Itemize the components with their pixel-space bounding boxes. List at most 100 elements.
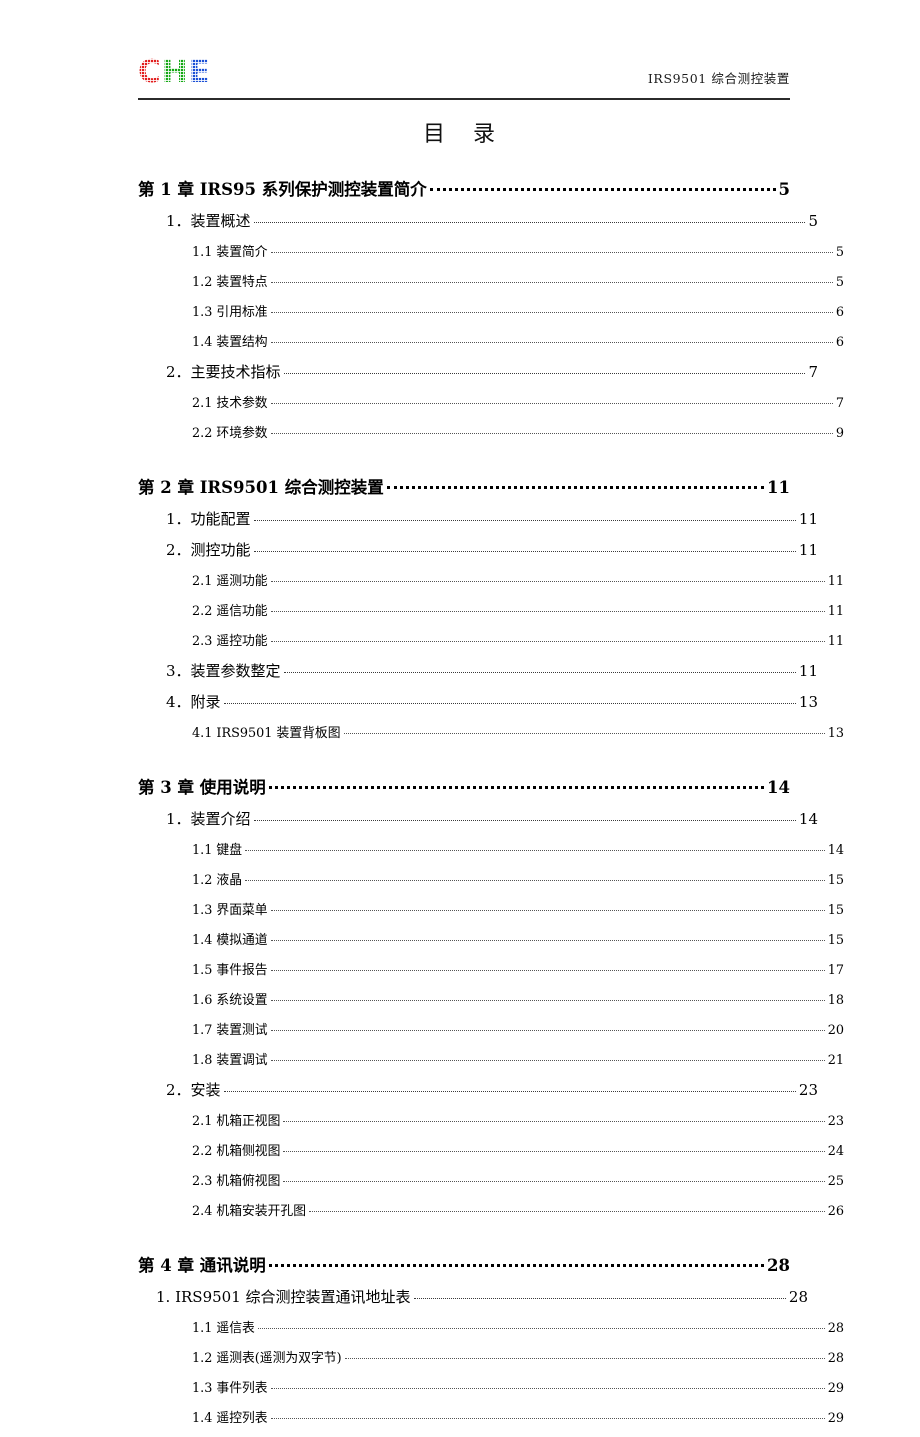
toc-dot-leader [268, 777, 765, 794]
toc-page-number: 14 [827, 843, 844, 858]
toc-entry-row[interactable]: 1.5 事件报告 17 [138, 959, 844, 989]
toc-page-number: 11 [827, 634, 844, 649]
toc-entry-label: 1.3 引用标准 [192, 305, 268, 320]
toc-chapter-row[interactable]: 第 2 章 IRS9501 综合测控装置 11 [138, 474, 790, 508]
toc-entry-row[interactable]: 1.7 装置测试 20 [138, 1019, 844, 1049]
toc-entry-label: 2.4 机箱安装开孔图 [192, 1204, 306, 1219]
toc-page-number: 6 [835, 305, 844, 320]
logo-letter-e: E [188, 54, 211, 90]
toc-entry-label: 第 4 章 通讯说明 [138, 1256, 266, 1275]
toc-entry-row[interactable]: 2.2 遥信功能 11 [138, 600, 844, 630]
toc-page-number: 25 [827, 1174, 844, 1189]
toc-entry-row[interactable]: 2.3 遥控功能 11 [138, 630, 844, 660]
toc-entry-label: 2．安装 [166, 1081, 221, 1099]
toc-entry-row[interactable]: 1.3 引用标准 6 [138, 301, 844, 331]
toc-page-number: 5 [835, 245, 844, 260]
toc-chapter-row[interactable]: 第 1 章 IRS95 系列保护测控装置简介 5 [138, 176, 790, 210]
toc-dot-leader [268, 1255, 765, 1272]
toc-dot-leader [270, 1051, 825, 1064]
toc-entry-label: 1.1 键盘 [192, 843, 243, 858]
toc-entry-row[interactable]: 2．主要技术指标 7 [138, 361, 818, 392]
toc-entry-label: 4.1 IRS9501 装置背板图 [192, 726, 341, 741]
toc-entry-label: 1.3 界面菜单 [192, 903, 268, 918]
toc-dot-leader [270, 602, 825, 615]
toc-entry-row[interactable]: 1.3 事件列表 29 [138, 1377, 844, 1407]
toc-entry-label: 3．装置参数整定 [166, 662, 281, 680]
toc-entry-row[interactable]: 2.1 技术参数 7 [138, 392, 844, 422]
toc-section-spacer [138, 1230, 790, 1244]
toc-chapter-row[interactable]: 第 3 章 使用说明 14 [138, 774, 790, 808]
toc-entry-label: 2.1 机箱正视图 [192, 1114, 281, 1129]
toc-entry-row[interactable]: 2．安装 23 [138, 1079, 818, 1110]
toc-entry-label: 4．附录 [166, 693, 221, 711]
toc-entry-row[interactable]: 1.2 装置特点 5 [138, 271, 844, 301]
toc-dot-leader [270, 572, 825, 585]
toc-page-number: 14 [798, 810, 818, 828]
toc-dot-leader [270, 632, 825, 645]
toc-entry-label: 1．装置概述 [166, 212, 251, 230]
toc-entry-label: 1.8 装置调试 [192, 1053, 268, 1068]
toc-page-number: 13 [827, 726, 844, 741]
toc-dot-leader [283, 362, 806, 377]
toc-entry-label: 2.1 技术参数 [192, 396, 268, 411]
toc-entry-row[interactable]: 2.1 机箱正视图 23 [138, 1110, 844, 1140]
toc-page-number: 26 [827, 1204, 844, 1219]
toc-page-number: 11 [827, 574, 844, 589]
toc-section-spacer [138, 752, 790, 766]
toc-entry-label: 2.2 环境参数 [192, 426, 268, 441]
toc-entry-row[interactable]: 1．功能配置 11 [138, 508, 818, 539]
toc-entry-row[interactable]: 4．附录 13 [138, 691, 818, 722]
logo-letter-h: H [161, 54, 189, 90]
toc-entry-label: 1.7 装置测试 [192, 1023, 268, 1038]
toc-page-number: 9 [835, 426, 844, 441]
toc-entry-row[interactable]: 2.2 机箱侧视图 24 [138, 1140, 844, 1170]
toc-entry-label: 第 2 章 IRS9501 综合测控装置 [138, 478, 384, 497]
toc-dot-leader [257, 1319, 825, 1332]
toc-entry-row[interactable]: 1.1 装置简介 5 [138, 241, 844, 271]
toc-entry-row[interactable]: 2．测控功能 11 [138, 539, 818, 570]
toc-page-number: 29 [827, 1411, 844, 1426]
toc-entry-row[interactable]: 2.3 机箱俯视图 25 [138, 1170, 844, 1200]
toc-entry-label: 1.4 装置结构 [192, 335, 268, 350]
toc-entry-row[interactable]: 1.1 遥信表 28 [138, 1317, 844, 1347]
toc-entry-row[interactable]: 2.1 遥测功能 11 [138, 570, 844, 600]
toc-page-number: 5 [808, 212, 818, 230]
toc-entry-row[interactable]: 1.2 遥测表(遥测为双字节) 28 [138, 1347, 844, 1377]
toc-entry-label: 2.1 遥测功能 [192, 574, 268, 589]
toc-entry-row[interactable]: 1.2 液晶 15 [138, 869, 844, 899]
toc-entry-row[interactable]: 1.4 遥控列表 29 [138, 1407, 844, 1437]
toc-entry-row[interactable]: 1.4 装置结构 6 [138, 331, 844, 361]
toc-entry-row[interactable]: 1.6 系统设置 18 [138, 989, 844, 1019]
toc-entry-label: 2.2 机箱侧视图 [192, 1144, 281, 1159]
toc-entry-row[interactable]: 1．装置介绍 14 [138, 808, 818, 839]
toc-entry-row[interactable]: 2.4 机箱安装开孔图 26 [138, 1200, 844, 1230]
toc-entry-row[interactable]: 1.4 模拟通道 15 [138, 929, 844, 959]
toc-page-number: 7 [808, 363, 818, 381]
toc-entry-row[interactable]: 2.2 环境参数 9 [138, 422, 844, 452]
toc-dot-leader [283, 661, 796, 676]
toc-entry-label: 2.3 机箱俯视图 [192, 1174, 281, 1189]
toc-entry-label: 2．主要技术指标 [166, 363, 281, 381]
toc-dot-leader [270, 991, 825, 1004]
toc-entry-row[interactable]: 3．装置参数整定 11 [138, 660, 818, 691]
header-divider [138, 98, 790, 100]
toc-entry-row[interactable]: 1.1 键盘 14 [138, 839, 844, 869]
toc-dot-leader [270, 901, 825, 914]
toc-entry-row[interactable]: 4.1 IRS9501 装置背板图 13 [138, 722, 844, 752]
table-of-contents: 第 1 章 IRS95 系列保护测控装置简介 5 1．装置概述 5 1.1 装置简介 5 1… [138, 168, 844, 1437]
toc-dot-leader [270, 1409, 825, 1422]
toc-dot-leader [270, 394, 833, 407]
toc-page-number: 18 [827, 993, 844, 1008]
toc-page-number: 23 [798, 1081, 818, 1099]
toc-page-number: 11 [827, 604, 844, 619]
toc-chapter-row[interactable]: 第 4 章 通讯说明 28 [138, 1252, 790, 1286]
toc-entry-row[interactable]: 1.8 装置调试 21 [138, 1049, 844, 1079]
toc-dot-leader [344, 1349, 825, 1362]
toc-page-number: 6 [835, 335, 844, 350]
toc-page-number: 15 [827, 903, 844, 918]
toc-page-number: 13 [798, 693, 818, 711]
logo-letter-c: C [138, 54, 162, 90]
toc-entry-row[interactable]: 1．装置概述 5 [138, 210, 818, 241]
toc-page-number: 29 [827, 1381, 844, 1396]
toc-entry-row[interactable]: 1.3 界面菜单 15 [138, 899, 844, 929]
